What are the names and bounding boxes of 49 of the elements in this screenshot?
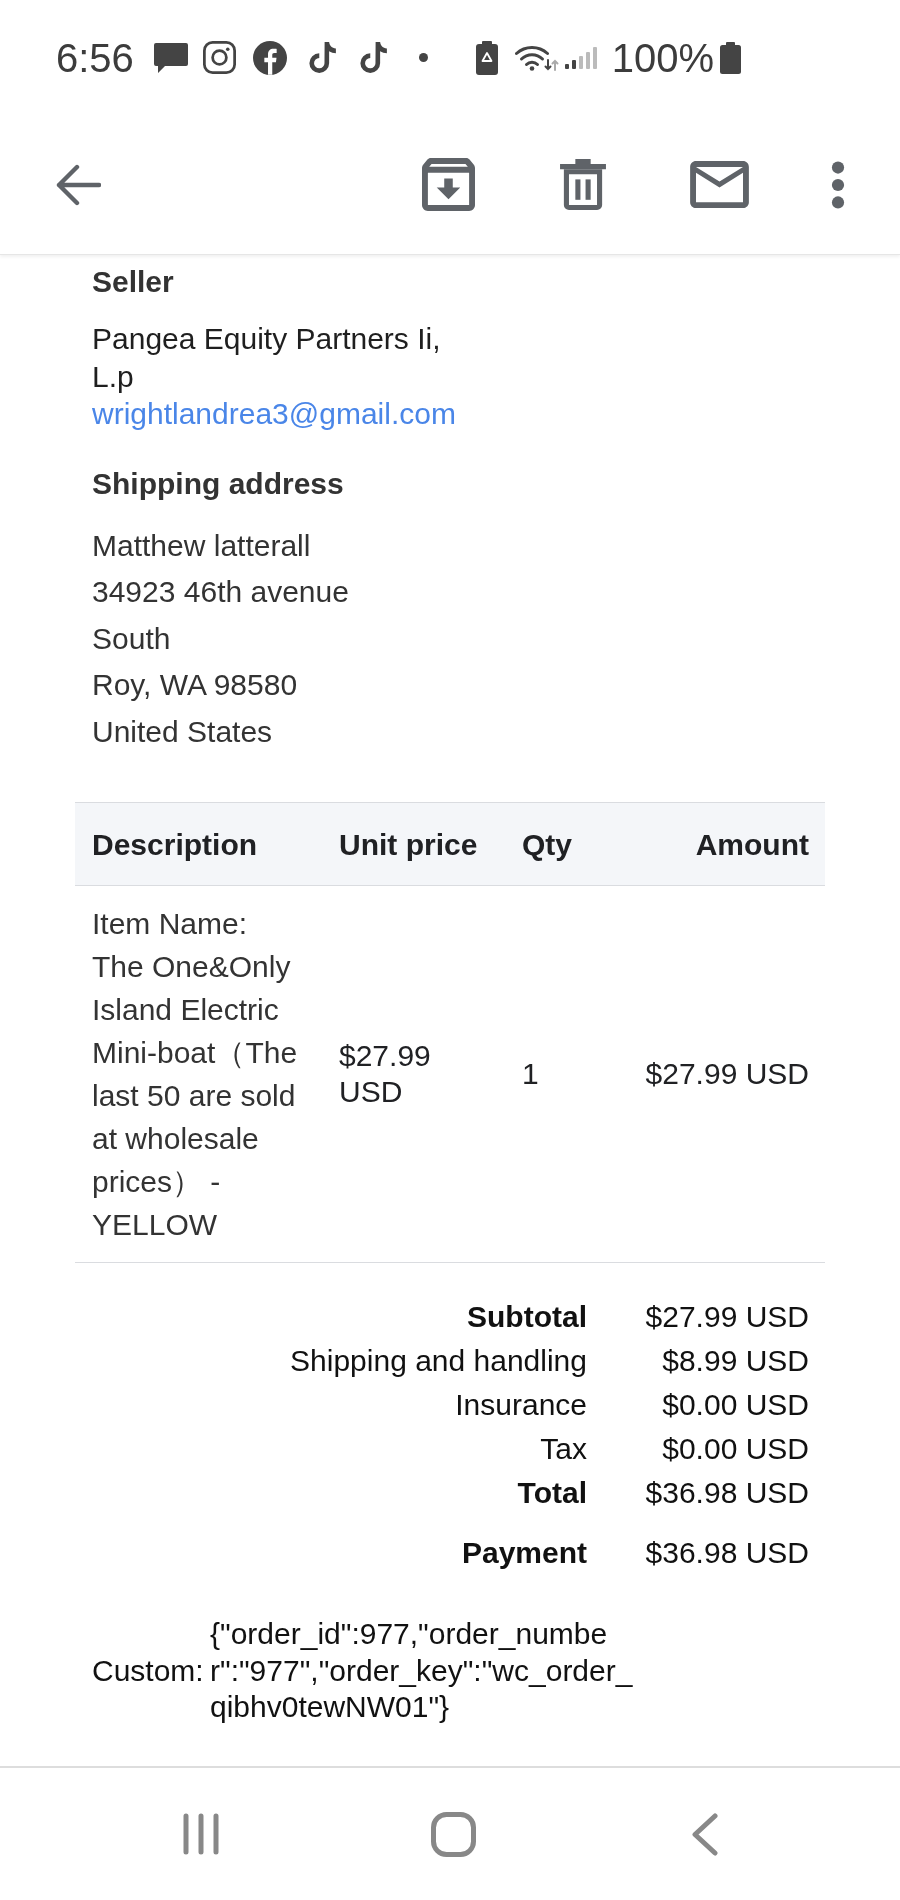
shipping-heading: Shipping address xyxy=(92,465,345,502)
seller-heading: Seller xyxy=(92,264,175,300)
address-line: United States xyxy=(92,713,274,750)
arrow-left-icon[interactable] xyxy=(55,163,101,206)
envelope-icon[interactable] xyxy=(690,161,749,208)
total-value: $36.98 USD xyxy=(644,1475,809,1511)
custom-label: Custom: xyxy=(92,1652,205,1689)
total-label: Insurance xyxy=(454,1387,587,1423)
total-value: $8.99 USD xyxy=(661,1343,809,1379)
unit-price: $27.99 USD xyxy=(338,1038,432,1110)
seller-name: Pangea Equity Partners Ii, L.p xyxy=(92,321,442,395)
total-label: Subtotal xyxy=(466,1299,587,1335)
total-label: Shipping and handling xyxy=(289,1343,587,1379)
signal-icon xyxy=(564,46,599,69)
wifi-icon xyxy=(514,44,559,71)
custom-value: {"order_id":977,"order_number":"977","order_key":"wc_order_qibhv0tewNW01"} xyxy=(210,1616,634,1725)
trash-icon[interactable] xyxy=(560,159,606,210)
total-label: Total xyxy=(516,1475,587,1511)
chat-bubble-icon xyxy=(153,42,188,73)
column-header: Unit price xyxy=(338,826,479,863)
column-header: Amount xyxy=(694,826,810,863)
circle-f-icon xyxy=(252,40,287,75)
battery-percentage: 100% xyxy=(611,37,715,78)
total-value: $27.99 USD xyxy=(644,1299,809,1335)
address-line: Roy, WA 98580 xyxy=(92,667,299,703)
address-line: Matthew latterall xyxy=(92,527,312,564)
battery-icon xyxy=(720,41,742,74)
payment-label: Payment xyxy=(460,1535,587,1571)
music-note-icon xyxy=(359,42,387,73)
vertical-bars-icon[interactable] xyxy=(181,1813,221,1855)
payment-value: $36.98 USD xyxy=(644,1535,809,1571)
total-value: $0.00 USD xyxy=(661,1387,809,1423)
chevron-left-icon[interactable] xyxy=(692,1812,718,1856)
item-description: Item Name: The One&Only Island Electric Mini-boat（The last 50 are sold at wholesale prices） - YELLOW xyxy=(91,906,299,1243)
address-line: South xyxy=(92,620,172,657)
archive-box-icon[interactable] xyxy=(422,158,475,211)
music-note-icon xyxy=(308,42,336,73)
seller-email-link[interactable]: wrightlandrea3@gmail.com xyxy=(92,397,456,430)
quantity: 1 xyxy=(521,1056,540,1092)
amount: $27.99 USD xyxy=(644,1056,810,1092)
status-time: 6:56 xyxy=(56,37,134,78)
three-dots-icon[interactable] xyxy=(831,160,845,209)
camera-outline-icon xyxy=(202,41,236,74)
column-header: Qty xyxy=(521,826,573,863)
total-label: Tax xyxy=(539,1431,587,1467)
total-value: $0.00 USD xyxy=(661,1431,809,1467)
rounded-square-icon[interactable] xyxy=(431,1811,476,1857)
column-header: Description xyxy=(91,826,259,863)
address-line: 34923 46th avenue xyxy=(92,574,350,610)
